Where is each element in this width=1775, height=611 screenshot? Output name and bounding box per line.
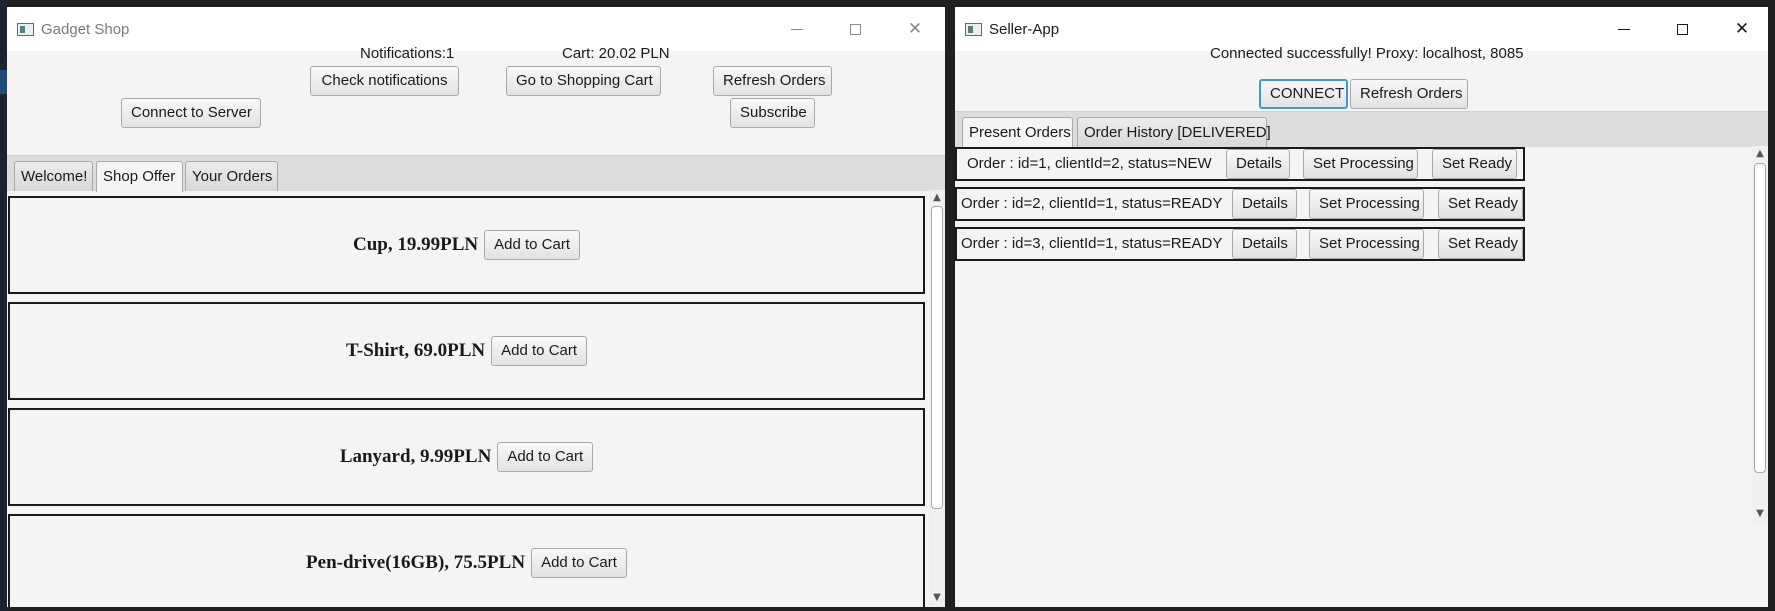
order-row: Order : id=1, clientId=2, status=NEW Det… [955, 147, 1525, 181]
cart-total-label: Cart: 20.02 PLN [562, 45, 670, 62]
gadget-shop-window: Gadget Shop ✕ Notifications:1 Cart: 20.0… [7, 7, 945, 607]
add-to-cart-button[interactable]: Add to Cart [491, 336, 588, 366]
scroll-down-icon[interactable]: ▼ [1753, 508, 1767, 519]
app-window-icon [17, 23, 34, 36]
notifications-label: Notifications:1 [360, 45, 455, 62]
set-processing-button[interactable]: Set Processing [1309, 229, 1424, 259]
product-list-scrollbar[interactable]: ▲ ▼ [929, 190, 945, 607]
add-to-cart-button[interactable]: Add to Cart [531, 548, 627, 578]
scrollbar-thumb[interactable] [1754, 163, 1766, 473]
minimize-icon[interactable] [1609, 17, 1639, 41]
product-name: Cup, 19.99PLN [353, 234, 479, 255]
order-row: Order : id=2, clientId=1, status=READY D… [955, 187, 1525, 221]
maximize-icon[interactable] [1667, 17, 1697, 41]
connection-status-label: Connected successfully! Proxy: localhost… [1210, 45, 1524, 62]
product-name: Pen-drive(16GB), 75.5PLN [306, 552, 526, 573]
product-card: Pen-drive(16GB), 75.5PLN Add to Cart [8, 514, 925, 607]
window-title: Seller-App [989, 21, 1060, 38]
product-name: Lanyard, 9.99PLN [339, 446, 492, 467]
scroll-down-icon[interactable]: ▼ [930, 592, 944, 603]
connect-to-server-button[interactable]: Connect to Server [121, 98, 261, 128]
gadget-shop-titlebar[interactable]: Gadget Shop ✕ [7, 7, 945, 51]
main-tab-strip: Welcome! Shop Offer Your Orders [7, 155, 945, 192]
order-text: Order : id=1, clientId=2, status=NEW [967, 155, 1212, 172]
orders-scrollbar[interactable]: ▲ ▼ [1752, 146, 1768, 523]
window-title: Gadget Shop [41, 21, 130, 38]
tab-present-orders[interactable]: Present Orders [962, 117, 1073, 148]
tab-your-orders[interactable]: Your Orders [185, 161, 278, 191]
product-card: T-Shirt, 69.0PLN Add to Cart [8, 302, 925, 400]
product-card: Cup, 19.99PLN Add to Cart [8, 196, 925, 294]
maximize-icon[interactable] [840, 17, 870, 41]
tab-welcome[interactable]: Welcome! [14, 161, 93, 191]
order-text: Order : id=2, clientId=1, status=READY [961, 195, 1223, 212]
product-card: Lanyard, 9.99PLN Add to Cart [8, 408, 925, 506]
close-icon[interactable]: ✕ [1727, 17, 1757, 41]
set-processing-button[interactable]: Set Processing [1309, 189, 1424, 219]
order-row: Order : id=3, clientId=1, status=READY D… [955, 227, 1525, 261]
go-to-shopping-cart-button[interactable]: Go to Shopping Cart [506, 66, 661, 96]
details-button[interactable]: Details [1232, 229, 1297, 259]
subscribe-button[interactable]: Subscribe [730, 98, 815, 128]
details-button[interactable]: Details [1226, 149, 1290, 179]
scroll-up-icon[interactable]: ▲ [1753, 148, 1767, 159]
connect-button[interactable]: CONNECT [1259, 79, 1348, 109]
app-window-icon [965, 23, 982, 36]
tab-order-history[interactable]: Order History [DELIVERED] [1077, 117, 1271, 147]
set-ready-button[interactable]: Set Ready [1432, 149, 1517, 179]
desktop-accent [0, 70, 7, 94]
seller-tab-strip: Present Orders Order History [DELIVERED] [955, 111, 1768, 148]
tab-shop-offer[interactable]: Shop Offer [96, 161, 183, 192]
seller-refresh-orders-button[interactable]: Refresh Orders [1350, 79, 1468, 109]
set-processing-button[interactable]: Set Processing [1303, 149, 1418, 179]
details-button[interactable]: Details [1232, 189, 1297, 219]
close-icon[interactable]: ✕ [900, 17, 930, 41]
set-ready-button[interactable]: Set Ready [1438, 229, 1523, 259]
minimize-icon[interactable] [782, 17, 812, 41]
order-text: Order : id=3, clientId=1, status=READY [961, 235, 1223, 252]
add-to-cart-button[interactable]: Add to Cart [497, 442, 594, 472]
refresh-orders-button[interactable]: Refresh Orders [713, 66, 832, 96]
set-ready-button[interactable]: Set Ready [1438, 189, 1523, 219]
product-list: Cup, 19.99PLN Add to Cart T-Shirt, 69.0P… [7, 190, 945, 607]
scroll-up-icon[interactable]: ▲ [930, 192, 944, 203]
scrollbar-thumb[interactable] [931, 206, 943, 509]
check-notifications-button[interactable]: Check notifications [310, 66, 459, 96]
product-name: T-Shirt, 69.0PLN [345, 340, 486, 361]
add-to-cart-button[interactable]: Add to Cart [484, 230, 580, 260]
